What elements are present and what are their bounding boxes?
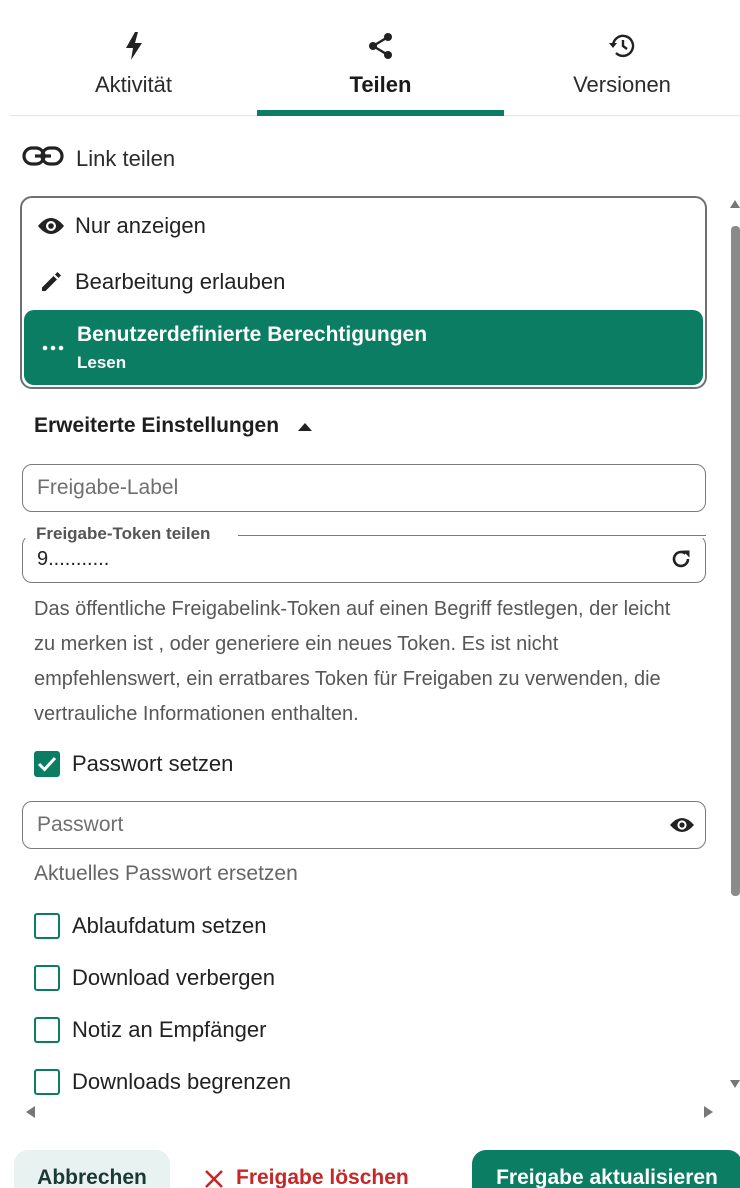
tab-label: Aktivität <box>94 72 173 97</box>
advanced-settings-toggle[interactable]: Erweiterte Einstellungen <box>34 414 313 438</box>
permission-label: Bearbeitung erlauben <box>75 269 286 294</box>
share-token-label: Freigabe-Token teilen <box>32 524 215 544</box>
share-label-field[interactable] <box>22 464 706 512</box>
permission-sublabel: Lesen <box>77 352 127 372</box>
checkbox-unchecked-icon[interactable] <box>34 965 60 991</box>
scroll-down-arrow-icon[interactable] <box>730 1080 740 1088</box>
permission-label: Benutzerdefinierte Berechtigungen <box>77 322 428 346</box>
permission-allow-edit[interactable]: Bearbeitung erlauben <box>22 254 705 310</box>
permission-custom[interactable]: Benutzerdefinierte Berechtigungen Lesen <box>24 310 703 385</box>
token-help-text: Das öffentliche Freigabelink-Token auf e… <box>34 598 671 725</box>
password-hint: Aktuelles Passwort ersetzen <box>34 862 298 885</box>
set-password-checkbox[interactable]: Passwort setzen <box>34 751 233 777</box>
checkbox-label: Download verbergen <box>72 965 276 990</box>
more-dots-icon <box>38 345 68 351</box>
eye-icon[interactable] <box>669 813 694 837</box>
button-label: Freigabe löschen <box>236 1166 409 1188</box>
password-input[interactable] <box>37 813 637 837</box>
expiration-date-checkbox[interactable]: Ablaufdatum setzen <box>34 913 266 939</box>
scroll-up-arrow-icon[interactable] <box>730 200 740 208</box>
checkbox-label: Passwort setzen <box>72 751 234 776</box>
tab-activity[interactable]: Aktivität <box>10 0 257 116</box>
update-share-button[interactable]: Freigabe aktualisieren <box>472 1150 740 1188</box>
tab-share[interactable]: Teilen <box>257 0 504 116</box>
checkbox-label: Notiz an Empfänger <box>72 1017 267 1042</box>
share-icon <box>367 26 395 66</box>
permission-menu: Nur anzeigen Bearbeitung erlauben Benutz… <box>20 196 707 389</box>
limit-downloads-checkbox[interactable]: Downloads begrenzen <box>34 1069 291 1095</box>
vertical-scrollbar-thumb[interactable] <box>731 226 740 896</box>
permission-view-only[interactable]: Nur anzeigen <box>22 198 705 254</box>
note-to-recipient-checkbox[interactable]: Notiz an Empfänger <box>34 1017 266 1043</box>
lightning-icon <box>123 26 145 66</box>
tab-label: Teilen <box>349 72 412 97</box>
share-label-input[interactable] <box>37 476 637 500</box>
caret-up-icon <box>297 414 313 438</box>
password-field[interactable] <box>22 801 706 849</box>
history-icon <box>607 26 637 66</box>
pencil-icon <box>36 270 66 294</box>
checkbox-unchecked-icon[interactable] <box>34 1017 60 1043</box>
checkbox-label: Downloads begrenzen <box>72 1069 291 1094</box>
checkbox-unchecked-icon[interactable] <box>34 913 60 939</box>
hide-download-checkbox[interactable]: Download verbergen <box>34 965 275 991</box>
button-label: Abbrechen <box>37 1166 147 1188</box>
share-token-value[interactable]: 9........... <box>37 548 109 571</box>
section-title-text: Link teilen <box>76 146 176 171</box>
eye-icon <box>36 216 66 236</box>
advanced-settings-title: Erweiterte Einstellungen <box>34 414 280 437</box>
scroll-left-arrow-icon[interactable] <box>26 1106 35 1118</box>
checkbox-checked-icon[interactable] <box>34 751 60 777</box>
scroll-right-arrow-icon[interactable] <box>704 1106 713 1118</box>
close-icon <box>204 1169 224 1188</box>
section-title: Link teilen <box>22 145 175 173</box>
delete-share-button[interactable]: Freigabe löschen <box>196 1150 456 1188</box>
tab-bar: Aktivität Teilen Versionen <box>10 0 740 116</box>
button-label: Freigabe aktualisieren <box>496 1166 718 1188</box>
field-outline <box>238 535 706 536</box>
cancel-button[interactable]: Abbrechen <box>14 1150 170 1188</box>
checkbox-unchecked-icon[interactable] <box>34 1069 60 1095</box>
checkbox-label: Ablaufdatum setzen <box>72 913 267 938</box>
permission-label: Nur anzeigen <box>75 213 206 238</box>
refresh-icon[interactable] <box>669 547 693 571</box>
tab-versions[interactable]: Versionen <box>504 0 740 116</box>
tab-label: Versionen <box>573 72 671 97</box>
link-icon <box>22 145 64 173</box>
